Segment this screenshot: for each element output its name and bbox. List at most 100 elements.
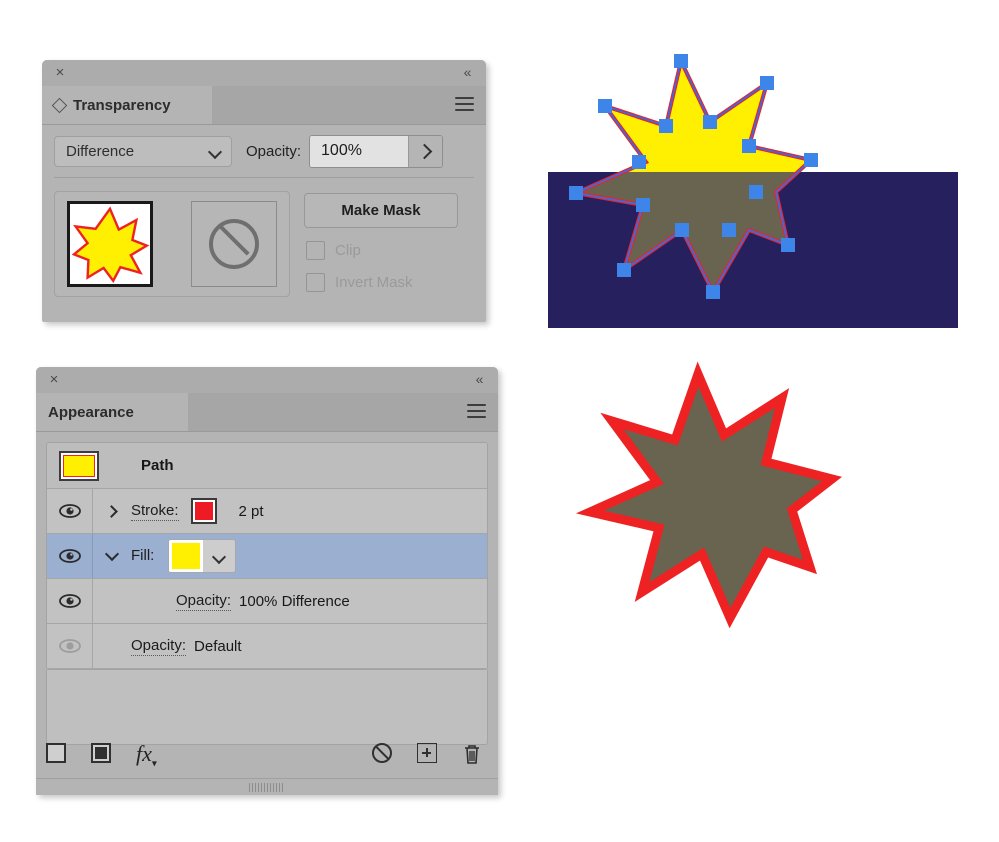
transparency-panel-body: Difference Opacity: 100% Make Mask Clip … (42, 125, 486, 297)
add-new-stroke-button[interactable] (46, 743, 68, 765)
object-opacity-label[interactable]: Opacity: (131, 637, 187, 656)
opacity-stepper-button[interactable] (408, 135, 443, 167)
result-star-shape (575, 361, 843, 629)
chevron-down-icon (209, 147, 222, 155)
star-thumbnail-shape (71, 206, 150, 284)
grip-lines-icon (249, 782, 285, 792)
tab-transparency-label: Transparency (73, 96, 171, 114)
opacity-label: Opacity: (246, 142, 302, 160)
clip-checkbox-row[interactable]: Clip (304, 241, 458, 260)
square-filled-icon (91, 743, 111, 763)
anchor-point (781, 238, 795, 252)
chevron-down-icon (104, 546, 120, 562)
anchor-point (804, 153, 818, 167)
appearance-row-stroke[interactable]: Stroke: 2 pt (47, 489, 487, 534)
anchor-point (569, 186, 583, 200)
anchor-point (749, 185, 763, 199)
tab-appearance-label: Appearance (48, 403, 134, 421)
transparency-tabstrip: Transparency (42, 86, 486, 125)
hamburger-line (455, 97, 474, 99)
clear-appearance-button[interactable] (372, 743, 394, 765)
appearance-object-row[interactable]: Path (47, 443, 487, 489)
object-opacity-value[interactable]: Default (194, 638, 242, 655)
artwork-thumbnail[interactable] (67, 201, 153, 287)
fx-icon: fx▾ (136, 741, 157, 770)
duplicate-item-button[interactable] (417, 743, 439, 765)
panel-menu-icon[interactable] (467, 404, 486, 419)
hamburger-line (455, 103, 474, 105)
square-outline-icon (46, 743, 66, 763)
opacity-input[interactable]: 100% (310, 135, 409, 167)
fill-label[interactable]: Fill: (131, 547, 154, 565)
fill-opacity-value[interactable]: 100% Difference (239, 593, 350, 610)
anchor-point (674, 54, 688, 68)
panel-resize-grip[interactable] (36, 778, 498, 795)
stroke-label[interactable]: Stroke: (131, 502, 179, 521)
trash-icon (462, 745, 482, 769)
add-new-fill-button[interactable] (91, 743, 113, 765)
stroke-weight-value[interactable]: 2 pt (239, 503, 264, 520)
fill-color-control[interactable] (168, 539, 237, 573)
hamburger-line (467, 410, 486, 412)
panel-menu-icon[interactable] (455, 97, 474, 112)
appearance-row-fill-opacity[interactable]: Opacity: 100% Difference (47, 579, 487, 624)
fill-opacity-visibility-toggle[interactable] (47, 579, 93, 623)
fill-color-swatch[interactable] (169, 540, 204, 572)
anchor-point (722, 223, 736, 237)
object-thumbnail (59, 450, 99, 481)
anchor-point (760, 76, 774, 90)
no-sign-icon (372, 743, 392, 763)
object-opacity-visibility-toggle[interactable] (47, 624, 93, 668)
stroke-visibility-toggle[interactable] (47, 489, 93, 533)
mask-controls: Make Mask Clip Invert Mask (304, 191, 458, 292)
close-icon[interactable]: × (52, 65, 68, 81)
delete-item-button[interactable] (462, 743, 484, 765)
close-icon[interactable]: × (46, 372, 62, 388)
invert-mask-checkbox-row[interactable]: Invert Mask (304, 273, 458, 292)
appearance-row-object-opacity[interactable]: Opacity: Default (47, 624, 487, 669)
eye-icon-disabled (58, 639, 81, 653)
anchor-point (598, 99, 612, 113)
add-new-effect-button[interactable]: fx▾ (136, 741, 164, 770)
opacity-control[interactable]: 100% (309, 134, 444, 168)
fill-opacity-label[interactable]: Opacity: (176, 592, 232, 611)
object-title: Path (141, 457, 174, 474)
eye-icon (58, 594, 81, 608)
appearance-panel-toolbar: fx▾ (46, 737, 488, 771)
blend-mode-select[interactable]: Difference (54, 135, 232, 167)
stroke-color-swatch[interactable] (190, 498, 217, 524)
top-artwork-selected-star[interactable] (540, 50, 980, 340)
collapse-panel-icon[interactable]: « (458, 63, 476, 81)
tab-transparency[interactable]: Transparency (42, 86, 212, 124)
anchor-point (703, 115, 717, 129)
clip-label: Clip (335, 242, 361, 259)
fill-visibility-toggle[interactable] (47, 534, 93, 578)
invert-mask-checkbox[interactable] (306, 273, 325, 292)
transparency-panel-titlebar: × « (42, 60, 486, 86)
plus-box-icon (417, 743, 437, 763)
transparency-controls-row: Difference Opacity: 100% (42, 125, 486, 177)
anchor-point (706, 285, 720, 299)
thumbnail-group (54, 191, 290, 297)
appearance-tabstrip: Appearance (36, 393, 498, 432)
chevron-right-icon (416, 143, 432, 159)
appearance-attribute-list: Path Stroke: 2 pt Fill: Opacity: 100% Di… (46, 442, 488, 670)
tab-appearance[interactable]: Appearance (36, 393, 188, 431)
make-mask-button[interactable]: Make Mask (304, 193, 458, 228)
appearance-row-fill[interactable]: Fill: (47, 534, 487, 579)
anchor-point (742, 139, 756, 153)
blend-mode-value: Difference (66, 142, 135, 160)
fill-disclosure-triangle[interactable] (93, 546, 131, 562)
clip-checkbox[interactable] (306, 241, 325, 260)
fill-swatch-dropdown-button[interactable] (203, 540, 236, 572)
stroke-disclosure-triangle[interactable] (93, 504, 131, 518)
bottom-artwork-result-star[interactable] (570, 360, 850, 645)
appearance-panel-titlebar: × « (36, 367, 498, 393)
anchor-point (659, 119, 673, 133)
mask-thumbnail[interactable] (191, 201, 277, 287)
eye-icon (58, 504, 81, 518)
eye-icon (58, 549, 81, 563)
collapse-panel-icon[interactable]: « (470, 370, 488, 388)
transparency-mask-row: Make Mask Clip Invert Mask (42, 178, 486, 297)
panel-group-diamond-icon (51, 97, 68, 113)
